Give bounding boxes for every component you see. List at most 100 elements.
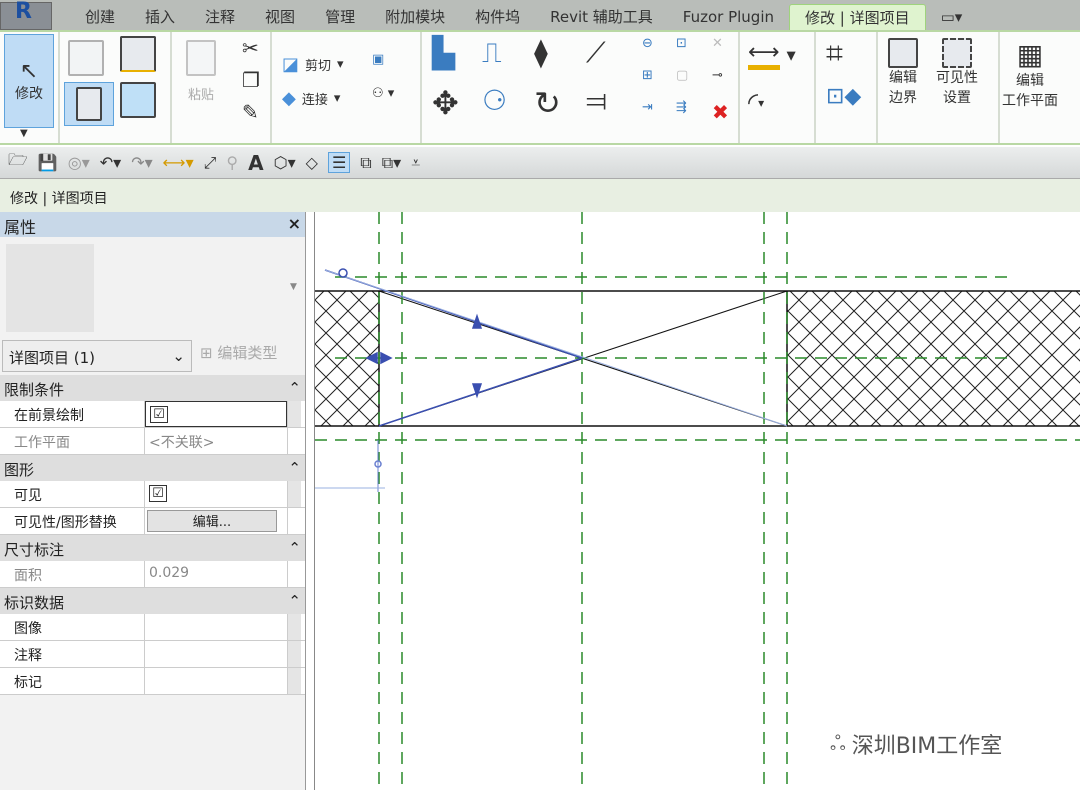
context-bar: 修改 | 详图项目 [0, 179, 1080, 212]
image-field[interactable] [145, 614, 287, 640]
trim-multiple-icon[interactable]: ⇶ [676, 100, 687, 115]
move-icon[interactable]: ✥ [432, 84, 459, 122]
split-face-icon[interactable]: ⚇ ▾ [372, 86, 394, 101]
mark-field[interactable] [145, 668, 287, 694]
section-identity[interactable]: 标识数据 ⌃ [0, 588, 305, 614]
array-icon[interactable]: ⊞ [642, 68, 653, 83]
tab-insert[interactable]: 插入 [130, 4, 190, 30]
split-icon[interactable]: ⊖ [642, 36, 653, 51]
visible-checkbox[interactable]: ☑ [149, 485, 167, 502]
mirror-draw-icon[interactable]: ⟋ [586, 36, 606, 70]
paste-button[interactable]: 粘贴 [186, 40, 216, 103]
text-icon[interactable]: A [248, 151, 263, 175]
create-group-icon[interactable]: ⊡◆ [826, 84, 861, 109]
wall-joins-icon[interactable]: ▣ [372, 52, 384, 67]
edit-workplane-button[interactable]: ▦ 编辑 工作平面 [1002, 38, 1058, 111]
align-icon[interactable]: ▙ [432, 36, 455, 71]
selected-element[interactable] [315, 268, 788, 492]
tab-fuzor[interactable]: Fuzor Plugin [668, 4, 789, 30]
tab-annotate[interactable]: 注释 [190, 4, 250, 30]
select-dropdown[interactable]: ▼ [20, 128, 28, 139]
browse-button[interactable] [287, 641, 301, 667]
property-row: 面积 0.029 [0, 561, 305, 588]
browse-button[interactable] [287, 614, 301, 640]
offset-icon[interactable]: ⎍ [482, 36, 502, 70]
aligned-dimension-icon[interactable]: ⟷▾ [163, 153, 194, 172]
trim-extend-icon[interactable]: ⫤ [586, 84, 607, 118]
edit-boundary-label-2: 边界 [889, 90, 917, 106]
section-constraints[interactable]: 限制条件 ⌃ [0, 375, 305, 401]
drawing-canvas[interactable] [314, 212, 1080, 790]
sync-icon[interactable]: ◎▾ [68, 153, 90, 172]
section-title: 尺寸标注 [4, 541, 65, 559]
rotate-icon[interactable]: ↻ [534, 84, 561, 122]
edit-boundary-button[interactable]: 编辑 边界 [888, 38, 918, 108]
join-button[interactable]: ◆ 连接 ▾ [282, 88, 340, 109]
customize-qat-icon[interactable]: ⩡ [411, 153, 420, 173]
quick-access-toolbar: 🗁 💾 ◎▾ ↶▾ ↷▾ ⟷▾ ⤢ ⚲ A ⬡▾ ◇ ☰ ⧉ ⧉▾ ⩡ [0, 147, 1080, 179]
tab-manage[interactable]: 管理 [310, 4, 370, 30]
family-icon[interactable] [120, 36, 156, 72]
section-graphics[interactable]: 图形 ⌃ [0, 455, 305, 481]
section-dimensions[interactable]: 尺寸标注 ⌃ [0, 535, 305, 561]
app-menu-button[interactable]: R [0, 0, 52, 30]
preview-dropdown-icon[interactable]: ▼ [290, 282, 297, 292]
scale-icon[interactable]: ▢ [676, 68, 688, 83]
tab-view[interactable]: 视图 [250, 4, 310, 30]
tag-icon[interactable]: ⚲ [226, 153, 238, 172]
trim-single-icon[interactable]: ⇥ [642, 100, 653, 115]
type-selector[interactable]: 详图项目 (1) ⌄ [2, 340, 192, 372]
redo-icon[interactable]: ↷▾ [131, 153, 152, 172]
vg-edit-button[interactable]: 编辑... [147, 510, 277, 532]
pin-icon[interactable]: ⊸ [712, 68, 723, 83]
visibility-settings-button[interactable]: 可见性 设置 [936, 38, 978, 108]
section-title: 标识数据 [4, 594, 65, 612]
section-icon[interactable]: ◇ [306, 153, 318, 172]
create-similar-icon[interactable]: ⌗ [826, 36, 843, 71]
ribbon: ↖ 修改 ▼ 粘贴 ✂ ❐ ✎ ◪ 剪切 ▾ ◆ 连接 ▾ ▣ ⚇ ▾ ▙ ⎍ ⧫ … [0, 30, 1080, 145]
comments-field[interactable] [145, 641, 287, 667]
close-windows-icon[interactable]: ⧉ [360, 153, 371, 173]
draw-foreground-checkbox[interactable]: ☑ [150, 406, 168, 423]
unpin-icon[interactable]: ✕ [712, 36, 723, 51]
tab-create[interactable]: 创建 [70, 4, 130, 30]
copy-element-icon[interactable]: ⚆ [482, 84, 507, 117]
save-icon[interactable]: 💾 [38, 153, 58, 172]
3d-view-icon[interactable]: ⬡▾ [274, 153, 296, 172]
radial-dimension-icon[interactable]: ◜ ▾ [748, 88, 764, 118]
type-catalog-icon[interactable] [120, 82, 156, 118]
switch-windows-icon[interactable]: ⧉▾ [382, 153, 401, 173]
copy-icon[interactable]: ❐ [242, 68, 260, 92]
undo-icon[interactable]: ↶▾ [100, 153, 121, 172]
scissors-icon[interactable]: ✂ [242, 36, 259, 60]
tab-modify-detail[interactable]: 修改 | 详图项目 [789, 4, 926, 30]
mirror-pick-icon[interactable]: ⧫ [534, 36, 548, 69]
scrollbar[interactable] [287, 481, 301, 507]
type-properties-icon[interactable] [68, 40, 104, 76]
match-properties-icon[interactable]: ✎ [242, 100, 259, 124]
scrollbar[interactable] [287, 401, 301, 427]
edit-type-label: 编辑类型 [217, 344, 278, 362]
measure-icon[interactable]: ⟷ ▾ [748, 40, 796, 70]
cursor-icon: ↖ [19, 58, 39, 84]
modify-tools-panel: ▙ ⎍ ⧫ ⟋ ✥ ⚆ ↻ ⫤ ⊖ ⊡ ✕ ⊞ ▢ ⊸ ⇥ ⇶ ✖ [422, 32, 740, 143]
property-label: 可见 [0, 481, 145, 507]
properties-toggle-icon[interactable] [64, 82, 114, 126]
property-row: 可见 ☑ [0, 481, 305, 508]
open-icon[interactable]: 🗁 [8, 149, 28, 176]
wechat-icon: ஃ [830, 730, 846, 755]
tab-revit-tools[interactable]: Revit 辅助工具 [535, 4, 668, 30]
delete-icon[interactable]: ✖ [712, 100, 729, 124]
browse-button[interactable] [287, 668, 301, 694]
split-gap-icon[interactable]: ⊡ [676, 36, 687, 51]
tab-addins[interactable]: 附加模块 [370, 4, 460, 30]
edit-boundary-label-1: 编辑 [889, 70, 917, 86]
edit-type-button[interactable]: ⊞ 编辑类型 [200, 342, 277, 363]
tab-component[interactable]: 构件坞 [460, 4, 535, 30]
thin-lines-icon[interactable]: ☰ [327, 152, 351, 173]
close-icon[interactable]: × [288, 214, 301, 235]
cut-button[interactable]: ◪ 剪切 ▾ [282, 54, 344, 75]
modify-button[interactable]: ↖ 修改 [4, 34, 54, 128]
minimize-ribbon-button[interactable]: ▭▾ [926, 4, 978, 30]
measure-qat-icon[interactable]: ⤢ [204, 153, 217, 173]
